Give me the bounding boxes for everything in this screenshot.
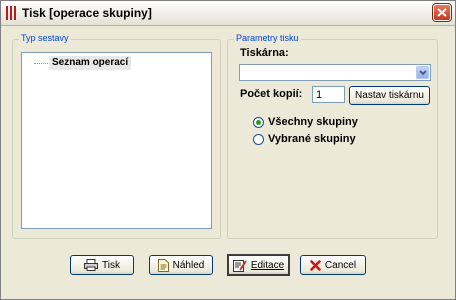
printer-select-value: [240, 69, 243, 81]
print-button[interactable]: Tisk: [70, 255, 134, 275]
window-title: Tisk [operace skupiny]: [22, 6, 152, 20]
edit-icon: [232, 259, 247, 272]
preview-icon: [157, 258, 169, 272]
title-bar[interactable]: Tisk [operace skupiny]: [1, 1, 455, 26]
close-icon: [437, 8, 447, 17]
print-dialog: Tisk [operace skupiny] Typ sestavy Sezna…: [0, 0, 456, 300]
copies-input[interactable]: [312, 86, 345, 103]
edit-button-label: Editace: [250, 259, 285, 271]
report-type-legend: Typ sestavy: [19, 33, 71, 43]
edit-button[interactable]: Editace: [227, 254, 290, 276]
close-button[interactable]: [432, 3, 452, 22]
print-button-label: Tisk: [102, 259, 120, 271]
cancel-button[interactable]: Cancel: [300, 255, 366, 275]
chevron-down-icon[interactable]: [416, 66, 429, 79]
radio-all-groups[interactable]: Všechny skupiny: [253, 116, 358, 128]
printer-select[interactable]: [239, 64, 431, 81]
copies-label: Počet kopií:: [240, 88, 303, 100]
preview-button[interactable]: Náhled: [149, 255, 213, 275]
printer-label: Tiskárna:: [240, 47, 289, 59]
radio-selected-groups-label: Vybrané skupiny: [268, 133, 356, 145]
tree-connector: [34, 63, 48, 64]
cancel-icon: [310, 259, 321, 271]
radio-all-groups-circle[interactable]: [253, 116, 264, 128]
tree-item-seznam-operaci[interactable]: Seznam operací: [49, 56, 132, 70]
print-params-legend: Parametry tisku: [234, 33, 301, 43]
printer-setup-button[interactable]: Nastav tiskárnu: [349, 86, 430, 105]
printer-icon: [84, 259, 99, 271]
app-icon: [6, 6, 18, 20]
preview-button-label: Náhled: [172, 259, 205, 271]
radio-selected-groups-circle[interactable]: [253, 133, 264, 145]
radio-selected-groups[interactable]: Vybrané skupiny: [253, 133, 356, 145]
cancel-button-label: Cancel: [324, 259, 357, 271]
report-tree[interactable]: Seznam operací: [21, 52, 212, 229]
radio-all-groups-label: Všechny skupiny: [268, 116, 358, 128]
